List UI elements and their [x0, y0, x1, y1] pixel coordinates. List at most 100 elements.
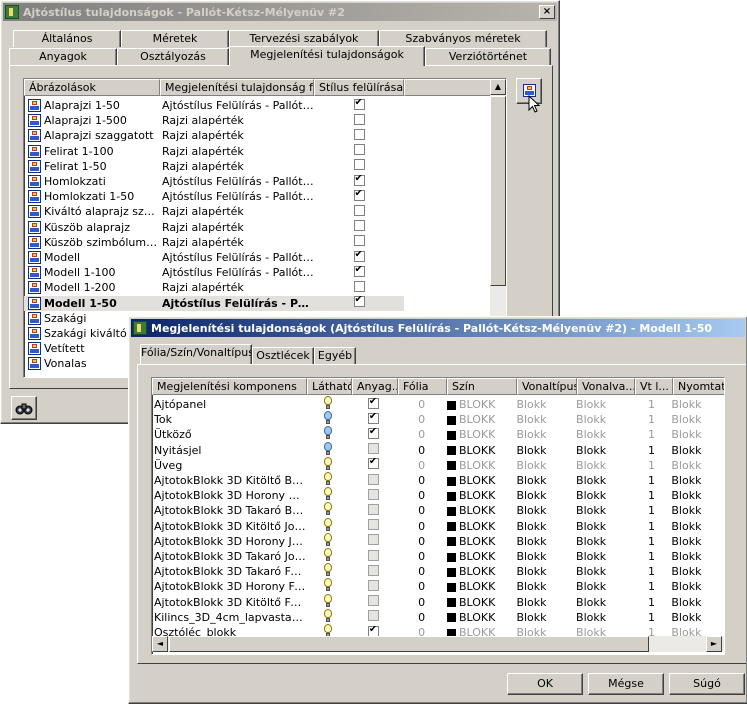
table-row[interactable]: AjtotokBlokk 3D Kitöltő Felső 0 BLOKK Blokk… — [152, 593, 724, 610]
table-row[interactable]: AjtotokBlokk 3D Kitöltő Balos 0 BLOKK Blokk… — [152, 472, 724, 488]
color-cell[interactable]: BLOKK — [445, 444, 515, 457]
col-abrazolasok[interactable]: Ábrázolások — [24, 79, 160, 96]
lightbulb-icon[interactable] — [323, 532, 333, 547]
linetype-value[interactable]: Blokk — [514, 565, 574, 578]
color-cell[interactable]: BLOKK — [445, 596, 515, 609]
tab-osztlecek[interactable]: Osztlécek — [252, 347, 314, 364]
layer-value[interactable]: 0 — [396, 596, 445, 609]
color-cell[interactable]: BLOKK — [445, 520, 515, 533]
lightbulb-icon[interactable] — [323, 441, 333, 456]
lineweight-value[interactable]: Blokk — [574, 398, 632, 411]
scroll-left-button[interactable]: ◄ — [152, 636, 168, 652]
table-row[interactable]: AjtotokBlokk 3D Kitöltő Jobbos 0 BLOKK Blok… — [152, 517, 724, 534]
linetype-value[interactable]: Blokk — [514, 489, 574, 502]
lightbulb-icon[interactable] — [323, 593, 333, 608]
lineweight-value[interactable]: Blokk — [574, 565, 632, 578]
style-override-checkbox[interactable] — [353, 128, 365, 140]
plotstyle-value[interactable]: Blokk — [669, 550, 724, 563]
linetype-value[interactable]: Blokk — [514, 550, 574, 563]
lineweight-value[interactable]: Blokk — [574, 520, 632, 533]
tab-osztalyozas[interactable]: Osztályozás — [117, 48, 229, 65]
linetype-value[interactable]: Blokk — [514, 474, 574, 487]
by-material-checkbox[interactable] — [367, 595, 379, 607]
tab-anyagok[interactable]: Anyagok — [9, 48, 117, 65]
layer-value[interactable]: 0 — [396, 444, 445, 457]
linetype-value[interactable]: Blokk — [514, 504, 574, 517]
style-override-checkbox[interactable] — [353, 250, 365, 262]
linetype-value[interactable]: Blokk — [514, 611, 574, 624]
ltscale-value[interactable]: 1 — [632, 398, 670, 411]
ltscale-value[interactable]: 1 — [632, 444, 670, 457]
linetype-value[interactable]: Blokk — [514, 520, 574, 533]
table-row[interactable]: AjtotokBlokk 3D Takaró Felső 0 BLOKK Blokk B… — [152, 563, 724, 579]
list-item[interactable]: Kiváltó alaprajz szagg...Rajzi alapérték — [24, 204, 404, 219]
linetype-value[interactable]: Blokk — [514, 444, 574, 457]
close-button[interactable]: × — [539, 5, 555, 19]
lightbulb-icon[interactable] — [323, 426, 333, 440]
table-row[interactable]: Üveg0BLOKKBlokkBlokk1Blokk — [152, 456, 724, 473]
lineweight-value[interactable]: Blokk — [574, 504, 632, 517]
horizontal-scroll-thumb[interactable] — [169, 636, 649, 652]
plotstyle-value[interactable]: Blokk — [669, 474, 724, 487]
layer-value[interactable]: 0 — [396, 428, 445, 441]
ltscale-value[interactable]: 1 — [632, 611, 670, 624]
scroll-up-button[interactable]: ▲ — [490, 79, 506, 95]
style-override-checkbox[interactable] — [353, 113, 365, 125]
table-row[interactable]: Kilincs_3D_4cm_lapvastagság 0 BLOKK Blokk Bl… — [152, 608, 724, 625]
layer-value[interactable]: 0 — [396, 520, 445, 533]
table-row[interactable]: AjtotokBlokk 3D Horony Jobbos 0 BLOKK Blokk… — [152, 532, 724, 549]
lineweight-value[interactable]: Blokk — [574, 489, 632, 502]
color-cell[interactable]: BLOKK — [445, 535, 515, 548]
lightbulb-icon[interactable] — [323, 608, 333, 623]
lightbulb-icon[interactable] — [323, 472, 333, 486]
list-item[interactable]: Alaprajzi 1-50 Ajtóstílus Felülírás - Pal… — [24, 98, 404, 113]
scroll-right-button[interactable]: ► — [706, 636, 722, 652]
lightbulb-icon[interactable] — [323, 563, 333, 577]
table-row[interactable]: Tok0BLOKKBlokkBlokk1Blokk — [152, 411, 724, 427]
by-material-checkbox[interactable] — [367, 397, 379, 409]
by-material-checkbox[interactable] — [367, 412, 379, 424]
plotstyle-value[interactable]: Blokk — [669, 413, 724, 426]
table-row[interactable]: Ajtópanel0BLOKKBlokkBlokk1Blokk — [152, 396, 724, 412]
plotstyle-value[interactable]: Blokk — [669, 565, 724, 578]
by-material-checkbox[interactable] — [367, 458, 379, 470]
lineweight-value[interactable]: Blokk — [574, 474, 632, 487]
plotstyle-value[interactable]: Blokk — [669, 459, 724, 472]
by-material-checkbox[interactable] — [367, 610, 379, 622]
style-override-checkbox[interactable] — [353, 159, 365, 171]
color-cell[interactable]: BLOKK — [445, 580, 515, 593]
help-button[interactable]: Súgó — [669, 673, 745, 695]
color-cell[interactable]: BLOKK — [445, 413, 515, 426]
color-cell[interactable]: BLOKK — [445, 611, 515, 624]
plotstyle-value[interactable]: Blokk — [669, 428, 724, 441]
by-material-checkbox[interactable] — [367, 443, 379, 455]
list-item[interactable]: Alaprajzi 1-500 Rajzi alapérték — [24, 113, 404, 128]
col-material[interactable]: Anyag... — [352, 378, 398, 395]
list-item[interactable]: Küszöb alaprajz Rajzi alapérték — [24, 220, 404, 235]
by-material-checkbox[interactable] — [367, 427, 379, 439]
by-material-checkbox[interactable] — [367, 625, 379, 637]
col-linetype[interactable]: Vonaltípus — [517, 378, 577, 395]
list-item[interactable]: Alaprajzi szaggatott Rajzi alapérték — [24, 128, 404, 143]
by-material-checkbox[interactable] — [367, 549, 379, 561]
col-visible[interactable]: Látható — [307, 378, 352, 395]
plotstyle-value[interactable]: Blokk — [669, 596, 724, 609]
plotstyle-value[interactable]: Blokk — [669, 444, 724, 457]
by-material-checkbox[interactable] — [367, 473, 379, 485]
list-item[interactable]: Felirat 1-100 Rajzi alapérték — [24, 144, 404, 159]
ltscale-value[interactable]: 1 — [632, 565, 670, 578]
style-override-checkbox[interactable] — [353, 235, 365, 247]
tab-egyeb[interactable]: Egyéb — [314, 347, 356, 364]
layer-value[interactable]: 0 — [396, 398, 445, 411]
lineweight-value[interactable]: Blokk — [574, 611, 632, 624]
component-list[interactable]: Megjelenítési komponens Látható Anyag...… — [151, 377, 725, 655]
style-override-checkbox[interactable] — [353, 265, 365, 277]
col-component[interactable]: Megjelenítési komponens — [152, 378, 307, 395]
ltscale-value[interactable]: 1 — [632, 459, 670, 472]
layer-value[interactable]: 0 — [396, 459, 445, 472]
style-override-checkbox[interactable] — [353, 220, 365, 232]
lineweight-value[interactable]: Blokk — [574, 596, 632, 609]
style-override-checkbox[interactable] — [353, 174, 365, 186]
style-override-checkbox[interactable] — [353, 98, 365, 110]
table-row[interactable]: AjtotokBlokk 3D Takaró Balos 0 BLOKK Blokk B… — [152, 502, 724, 518]
